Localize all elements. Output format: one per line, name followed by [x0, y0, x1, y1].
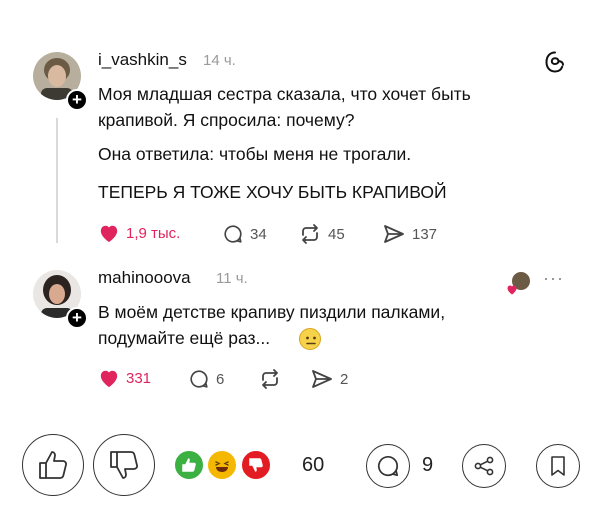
like-button[interactable] — [22, 434, 84, 496]
more-options-icon[interactable]: ··· — [543, 268, 564, 289]
dislike-button[interactable] — [93, 434, 155, 496]
share-button[interactable]: 2 — [310, 368, 348, 390]
dislike-icon — [106, 447, 142, 483]
heart-icon — [98, 368, 120, 388]
follow-plus-icon[interactable]: + — [66, 307, 88, 329]
post-text-line: В моём детстве крапиву пиздили палками, — [98, 302, 446, 322]
comment-icon — [188, 368, 210, 390]
username[interactable]: mahinooova — [98, 268, 191, 288]
comment-count: 6 — [216, 370, 225, 388]
share-icon — [472, 454, 496, 478]
comments-button[interactable] — [366, 444, 410, 488]
reaction-laugh-icon[interactable] — [206, 449, 238, 481]
comment-button[interactable]: 6 — [188, 368, 224, 390]
timestamp: 11 ч. — [216, 270, 248, 287]
bookmark-button[interactable] — [536, 444, 580, 488]
share-count: 2 — [340, 370, 349, 388]
reaction-like-icon[interactable] — [173, 449, 205, 481]
reactions-count: 60 — [302, 454, 325, 476]
share-icon — [310, 368, 334, 390]
bookmark-icon — [547, 454, 569, 478]
repost-icon — [258, 368, 282, 390]
like-icon — [35, 447, 71, 483]
like-button[interactable]: 331 — [98, 368, 151, 388]
like-count: 331 — [126, 369, 152, 387]
neutral-emoji-icon — [299, 328, 321, 350]
post-text-line: подумайте ещё раз... — [98, 328, 271, 348]
repost-button[interactable] — [258, 368, 288, 390]
comments-count: 9 — [422, 454, 434, 476]
author-heart-icon — [506, 282, 518, 300]
bottom-bar: 60 9 — [0, 420, 600, 510]
comment-icon — [375, 453, 401, 479]
reaction-dislike-icon[interactable] — [240, 449, 272, 481]
post-2: + mahinooova 11 ч. ··· В моём детстве кр… — [0, 0, 600, 400]
share-button[interactable] — [462, 444, 506, 488]
